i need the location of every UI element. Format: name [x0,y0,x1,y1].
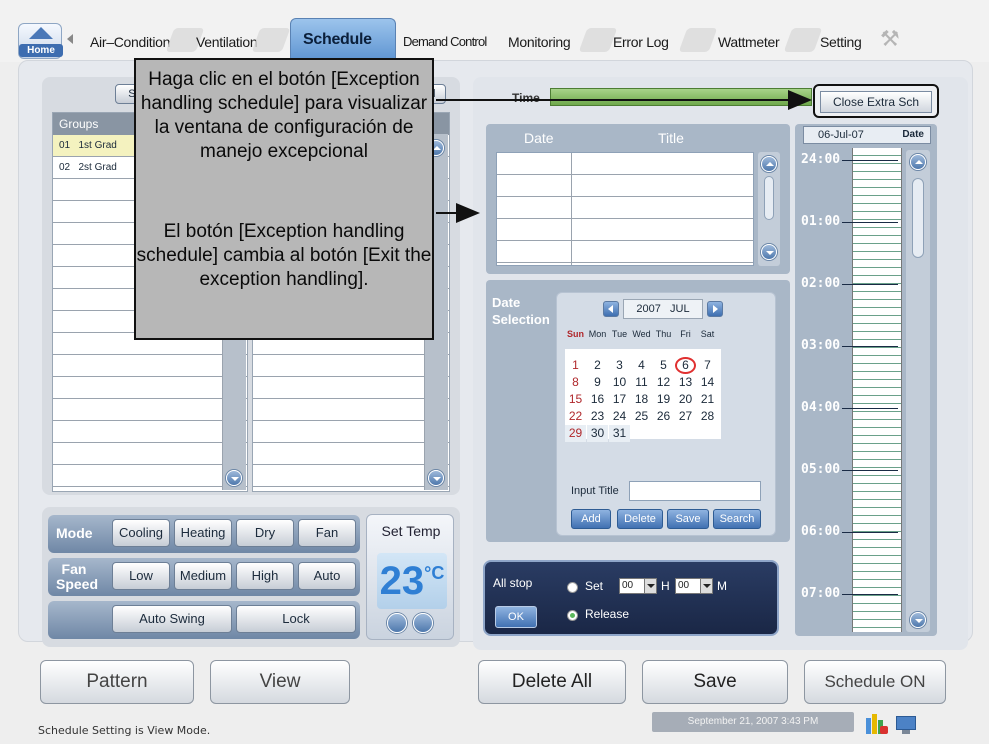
callout-arrows [436,90,812,223]
